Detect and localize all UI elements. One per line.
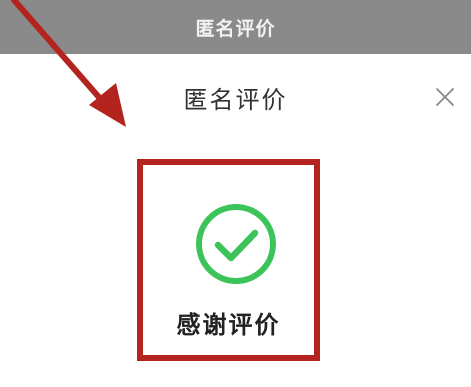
thanks-message: 感谢评价	[176, 311, 281, 339]
close-icon[interactable]	[432, 84, 458, 110]
result-highlight-box: 感谢评价	[137, 159, 320, 361]
check-circle-icon	[194, 202, 278, 286]
header-bar: 匿名评价	[0, 0, 471, 54]
review-sheet: 匿名评价 感谢评价	[0, 54, 471, 387]
header-title: 匿名评价	[195, 17, 276, 40]
sheet-title: 匿名评价	[183, 86, 288, 114]
